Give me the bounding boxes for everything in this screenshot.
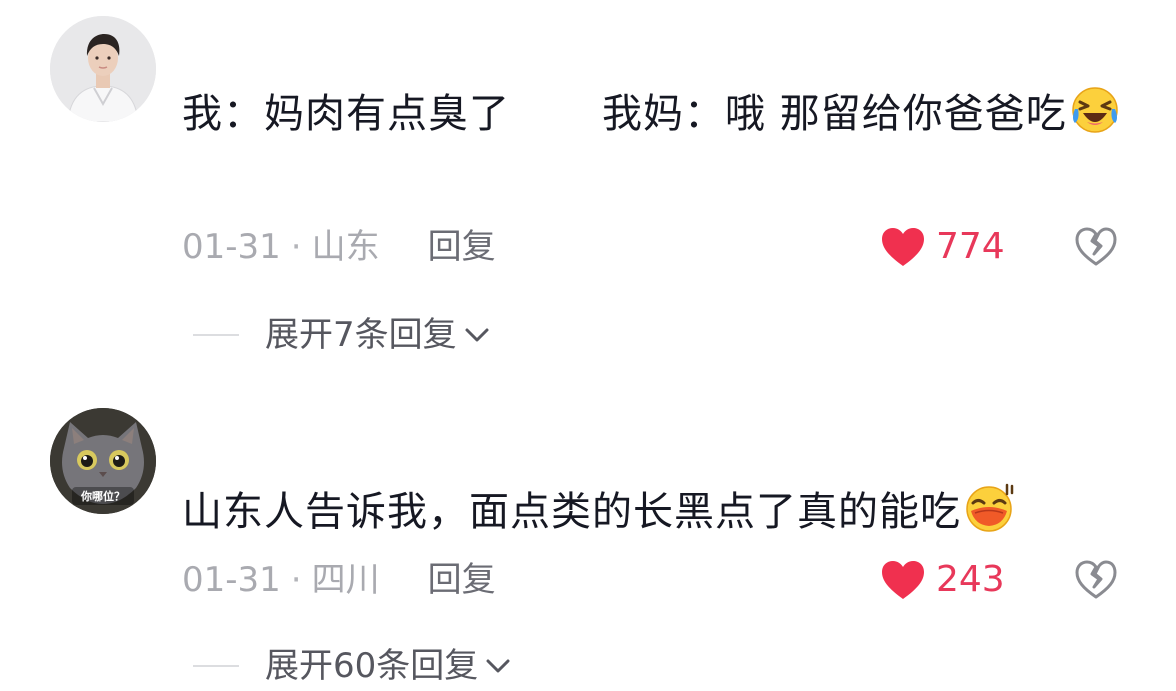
comment-text-part-1: 我：妈肉有点臭了	[182, 91, 510, 137]
expand-replies-label: 展开7条回复	[265, 315, 457, 355]
expand-divider	[193, 665, 239, 667]
comment-meta: 01-31 · 四川 回复	[182, 555, 496, 605]
comment-item: 我：妈肉有点臭了 我妈：哦 那留给你爸爸吃 01-31 · 山东 回复 774 …	[0, 0, 1176, 380]
chevron-down-icon	[465, 328, 489, 342]
comment-date: 01-31	[182, 227, 281, 267]
comment-meta: 01-31 · 山东 回复	[182, 222, 496, 272]
like-count: 774	[936, 226, 1005, 267]
avatar-person-image	[50, 16, 156, 122]
comment-item: 你哪位？ 山东人告诉我，面点类的长黑点了真的能吃 01-31 · 四川 回复 2…	[0, 380, 1176, 691]
comment-list: 我：妈肉有点臭了 我妈：哦 那留给你爸爸吃 01-31 · 山东 回复 774 …	[0, 0, 1176, 691]
like-count: 243	[936, 559, 1005, 600]
dislike-button[interactable]	[1072, 555, 1120, 605]
avatar-caption: 你哪位？	[80, 489, 125, 503]
dislike-button[interactable]	[1072, 222, 1120, 272]
user-avatar[interactable]	[50, 16, 156, 122]
expand-replies-label: 展开60条回复	[265, 646, 479, 686]
heart-filled-icon	[882, 561, 924, 599]
expand-replies-button[interactable]: 展开60条回复	[193, 642, 512, 690]
avatar-cat-image: 你哪位？	[50, 408, 156, 514]
chevron-down-icon	[486, 659, 510, 673]
comment-text: 我：妈肉有点臭了 我妈：哦 那留给你爸爸吃	[182, 78, 1122, 150]
heart-filled-icon	[882, 228, 924, 266]
expand-divider	[193, 334, 239, 336]
laughing-crying-emoji-icon	[1069, 83, 1121, 135]
user-avatar[interactable]: 你哪位？	[50, 408, 156, 514]
broken-heart-icon	[1075, 227, 1117, 266]
like-button[interactable]: 774	[880, 222, 1005, 272]
reply-button[interactable]: 回复	[428, 227, 496, 267]
comment-text-part-2: 我妈：哦 那留给你爸爸吃	[602, 91, 1067, 137]
broken-heart-icon	[1075, 560, 1117, 599]
like-button[interactable]: 243	[880, 555, 1005, 605]
meta-separator: ·	[290, 560, 302, 600]
meta-separator: ·	[290, 227, 302, 267]
comment-text: 山东人告诉我，面点类的长黑点了真的能吃	[182, 476, 1142, 548]
reply-button[interactable]: 回复	[428, 560, 496, 600]
comment-text-part-1: 山东人告诉我，面点类的长黑点了真的能吃	[182, 489, 961, 535]
expand-replies-button[interactable]: 展开7条回复	[193, 311, 491, 359]
comment-date: 01-31	[182, 560, 281, 600]
comment-location: 山东	[311, 227, 380, 267]
comment-location: 四川	[311, 560, 380, 600]
sweat-smile-emoji-icon	[963, 481, 1015, 533]
